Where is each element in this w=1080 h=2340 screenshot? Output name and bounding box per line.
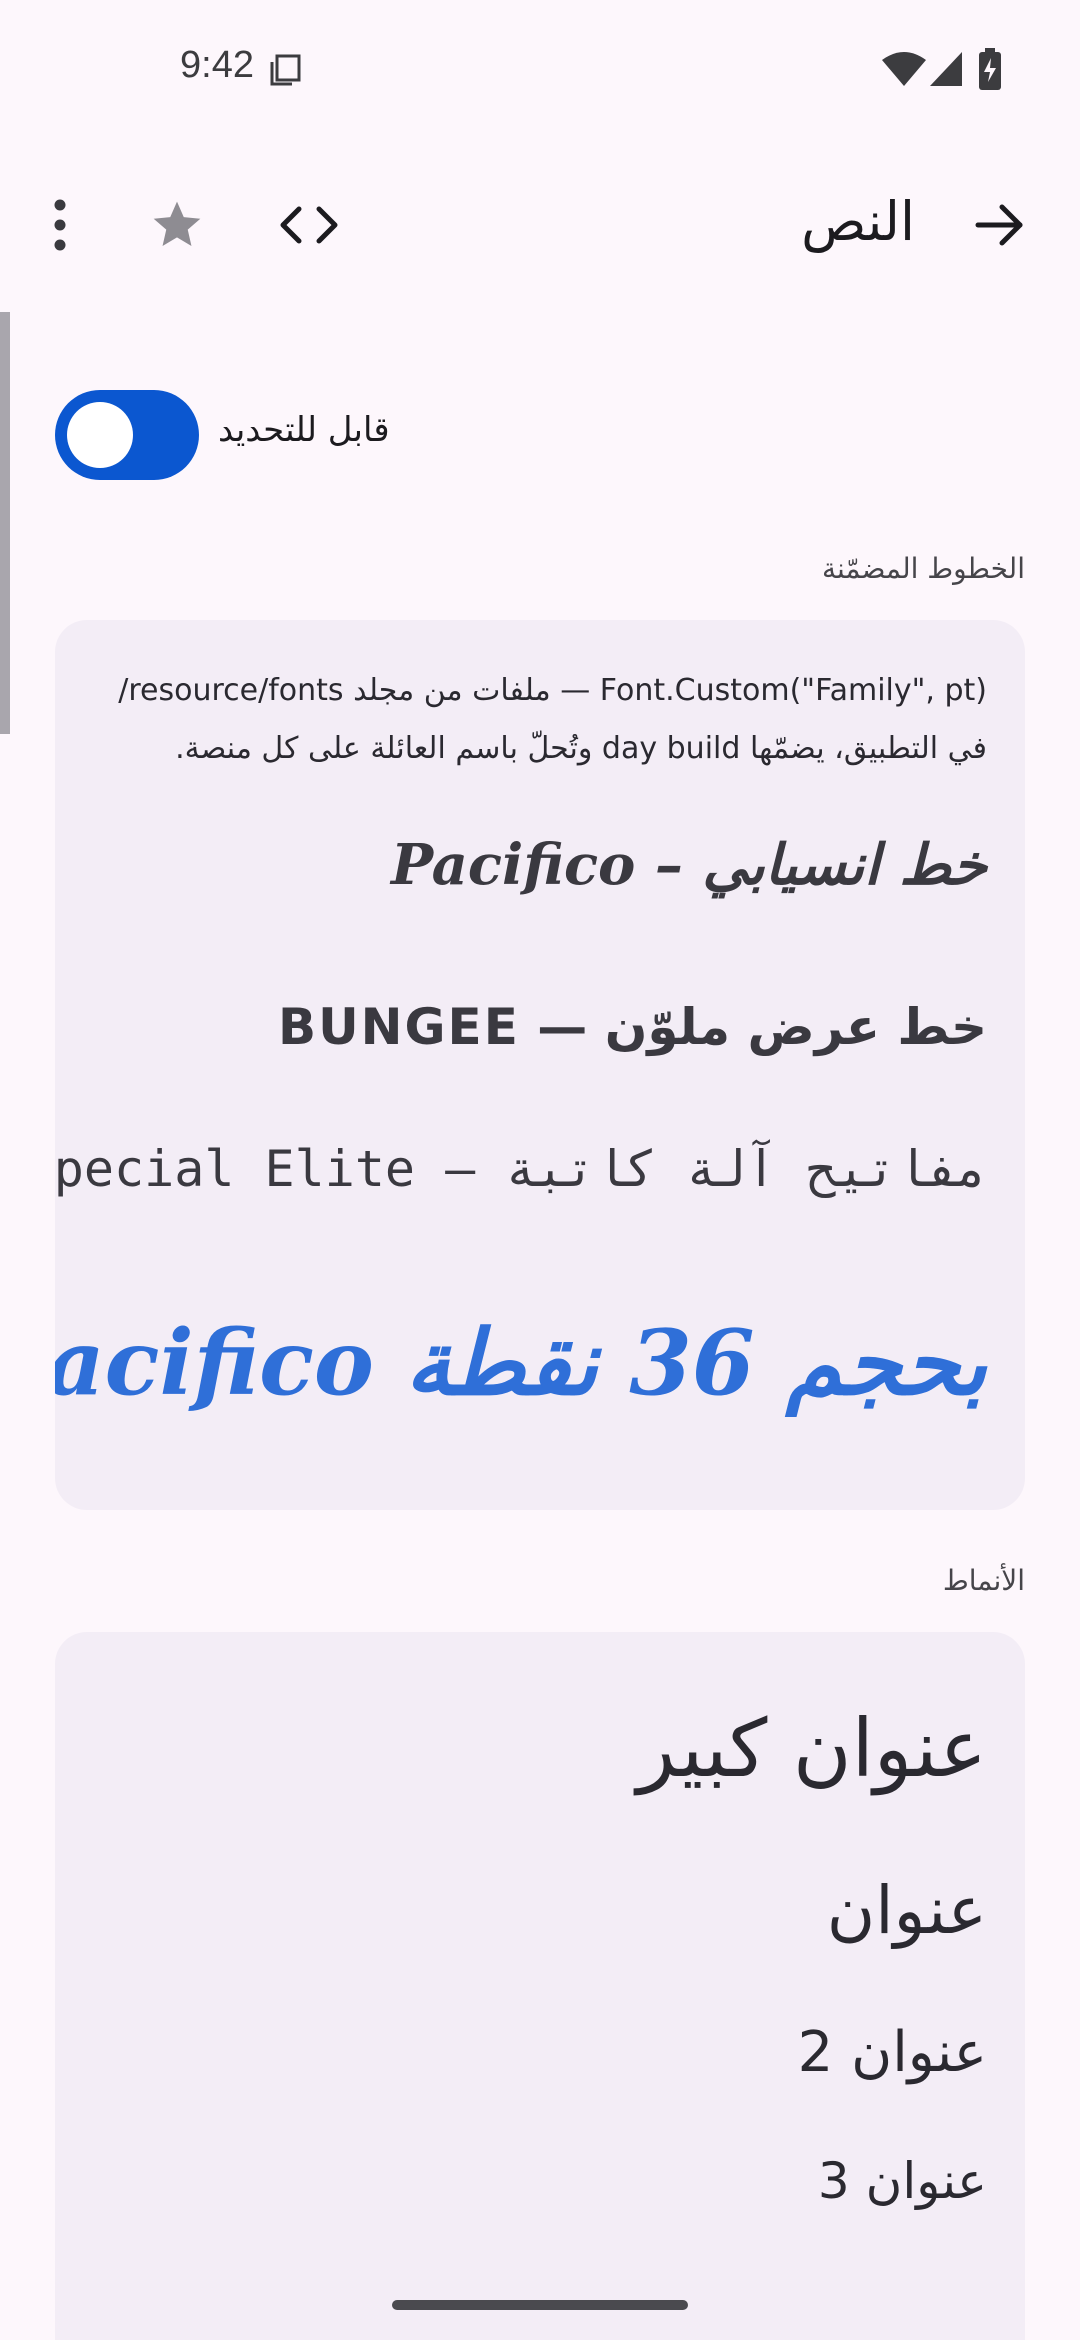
screen: 9:42 النص قابل للتحديد الخطوط المضمّنة F… bbox=[0, 0, 1080, 2340]
copy-icon bbox=[270, 54, 301, 86]
fonts-description: Font.Custom("Family", pt) — ملفات من مجل… bbox=[118, 673, 987, 766]
style-heading-2: عنوان 2 bbox=[797, 2020, 987, 2085]
embedded-fonts-card: Font.Custom("Family", pt) — ملفات من مجل… bbox=[55, 620, 1025, 1510]
status-time: 9:42 bbox=[180, 44, 254, 86]
arrow-forward-icon bbox=[975, 204, 1023, 246]
view-source-button[interactable] bbox=[264, 180, 354, 270]
style-title: عنوان bbox=[826, 1872, 987, 1949]
scrollbar[interactable] bbox=[0, 312, 10, 734]
more-button[interactable] bbox=[15, 180, 105, 270]
code-icon bbox=[280, 206, 338, 244]
favorite-button[interactable] bbox=[132, 180, 222, 270]
font-sample-pacifico: خط انسيابي – Pacifico bbox=[390, 832, 987, 898]
font-sample-bungee: خط عرض ملوّن — BUNGEE bbox=[277, 998, 987, 1056]
embedded-fonts-heading: الخطوط المضمّنة bbox=[821, 552, 1025, 585]
more-vert-icon bbox=[54, 199, 66, 251]
app-bar: النص bbox=[0, 160, 1080, 290]
wifi-icon bbox=[882, 52, 926, 86]
page-title: النص bbox=[801, 190, 915, 253]
status-bar: 9:42 bbox=[0, 0, 1080, 140]
signal-icon bbox=[930, 52, 962, 86]
font-sample-pacifico-36pt: بحجم 36 نقطة Pacifico bbox=[55, 1310, 987, 1416]
selectable-switch[interactable] bbox=[55, 390, 199, 480]
selectable-toggle-row[interactable]: قابل للتحديد bbox=[0, 380, 1080, 490]
style-large-title: عنوان كبير bbox=[636, 1702, 987, 1795]
styles-card: عنوان كبير عنوان عنوان 2 عنوان 3 bbox=[55, 1632, 1025, 2340]
star-icon bbox=[153, 201, 201, 246]
font-sample-special-elite: مفاتيح آلة كاتبة — Special Elite bbox=[55, 1140, 987, 1198]
selectable-label: قابل للتحديد bbox=[218, 410, 390, 450]
style-heading-3: عنوان 3 bbox=[817, 2152, 987, 2210]
back-button[interactable] bbox=[955, 180, 1045, 270]
switch-knob bbox=[67, 402, 133, 468]
battery-icon bbox=[979, 48, 1001, 90]
styles-heading: الأنماط bbox=[942, 1564, 1025, 1597]
gesture-navigation-bar[interactable] bbox=[392, 2300, 688, 2310]
